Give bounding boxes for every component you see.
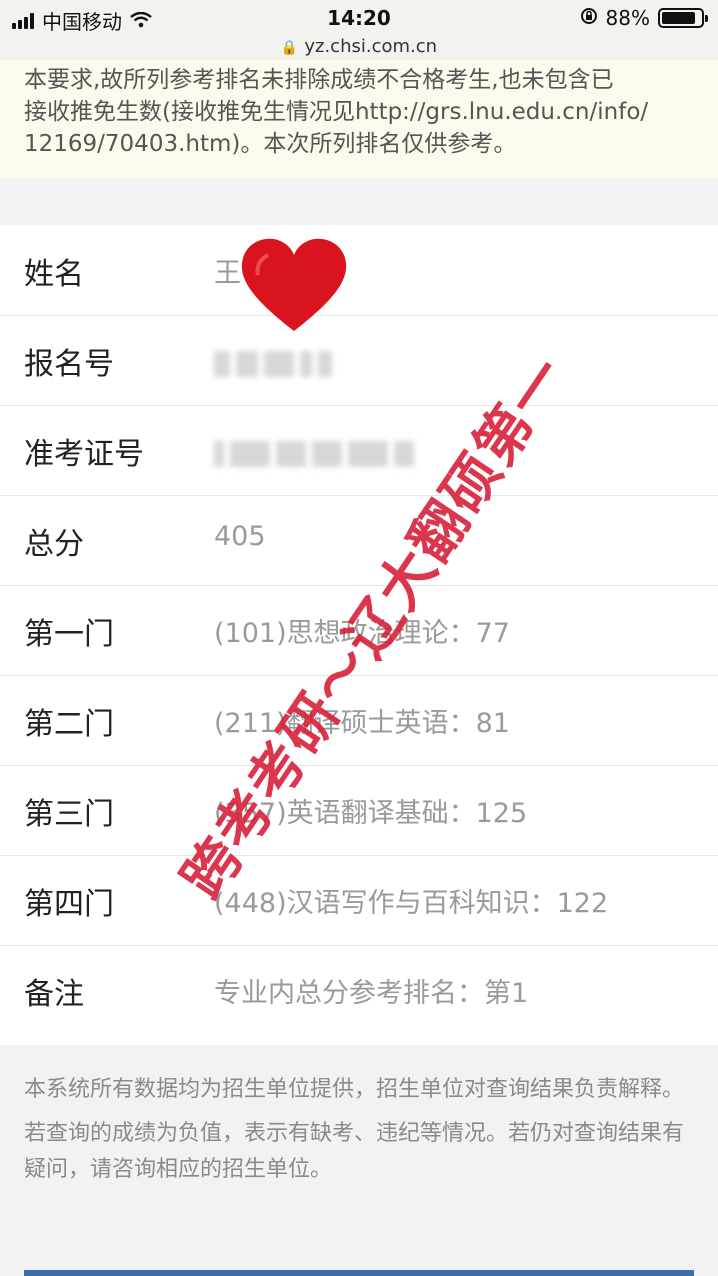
redacted-value bbox=[214, 347, 338, 378]
candidate-name: 王 bbox=[214, 258, 241, 289]
row-reg-no: 报名号 bbox=[0, 315, 718, 406]
row-remark: 备注 专业内总分参考排名：第1 bbox=[0, 945, 718, 1035]
row-label: 准考证号 bbox=[24, 437, 144, 472]
row-subject-4: 第四门 (448)汉语写作与百科知识：122 bbox=[0, 855, 718, 946]
row-label: 第四门 bbox=[24, 887, 114, 922]
bottom-button-edge[interactable] bbox=[24, 1270, 694, 1276]
row-label: 姓名 bbox=[24, 257, 84, 292]
battery-icon bbox=[658, 8, 708, 28]
battery-percent: 88% bbox=[605, 6, 650, 30]
row-subject-3: 第三门 (357)英语翻译基础：125 bbox=[0, 765, 718, 856]
row-label: 报名号 bbox=[24, 347, 114, 382]
url-text: yz.chsi.com.cn bbox=[304, 36, 438, 57]
notice-box: 本要求,故所列参考排名未排除成绩不合格考生,也未包含已 接收推免生数(接收推免生… bbox=[0, 60, 718, 178]
rank-remark: 专业内总分参考排名：第1 bbox=[214, 978, 529, 1009]
status-right: 88% bbox=[580, 6, 708, 30]
redacted-value bbox=[214, 437, 420, 468]
row-label: 总分 bbox=[24, 527, 84, 562]
row-label: 第三门 bbox=[24, 797, 114, 832]
row-label: 第一门 bbox=[24, 617, 114, 652]
notice-line: 本要求,故所列参考排名未排除成绩不合格考生,也未包含已 bbox=[24, 67, 614, 93]
footer-note: 若查询的成绩为负值，表示有缺考、违纪等情况。若仍对查询结果有疑问，请咨询相应的招… bbox=[24, 1121, 685, 1182]
subject-score: (448)汉语写作与百科知识：122 bbox=[214, 888, 609, 919]
footer-notes: 本系统所有数据均为招生单位提供，招生单位对查询结果负责解释。 若查询的成绩为负值… bbox=[24, 1072, 684, 1196]
notice-line: 12169/70403.htm)。本次所列排名仅供参考。 bbox=[24, 131, 517, 157]
row-label: 备注 bbox=[24, 977, 84, 1012]
row-name: 姓名 王 bbox=[0, 225, 718, 331]
notice-line: 接收推免生数(接收推免生情况见http://grs.lnu.edu.cn/inf… bbox=[24, 99, 649, 125]
lock-icon: 🔒 bbox=[280, 40, 299, 56]
total-score: 405 bbox=[214, 521, 266, 552]
footer-note: 本系统所有数据均为招生单位提供，招生单位对查询结果负责解释。 bbox=[24, 1077, 685, 1102]
row-label: 第二门 bbox=[24, 707, 114, 742]
row-exam-no: 准考证号 bbox=[0, 405, 718, 496]
orientation-lock-icon bbox=[580, 6, 598, 30]
address-bar[interactable]: 🔒 yz.chsi.com.cn bbox=[0, 36, 718, 57]
